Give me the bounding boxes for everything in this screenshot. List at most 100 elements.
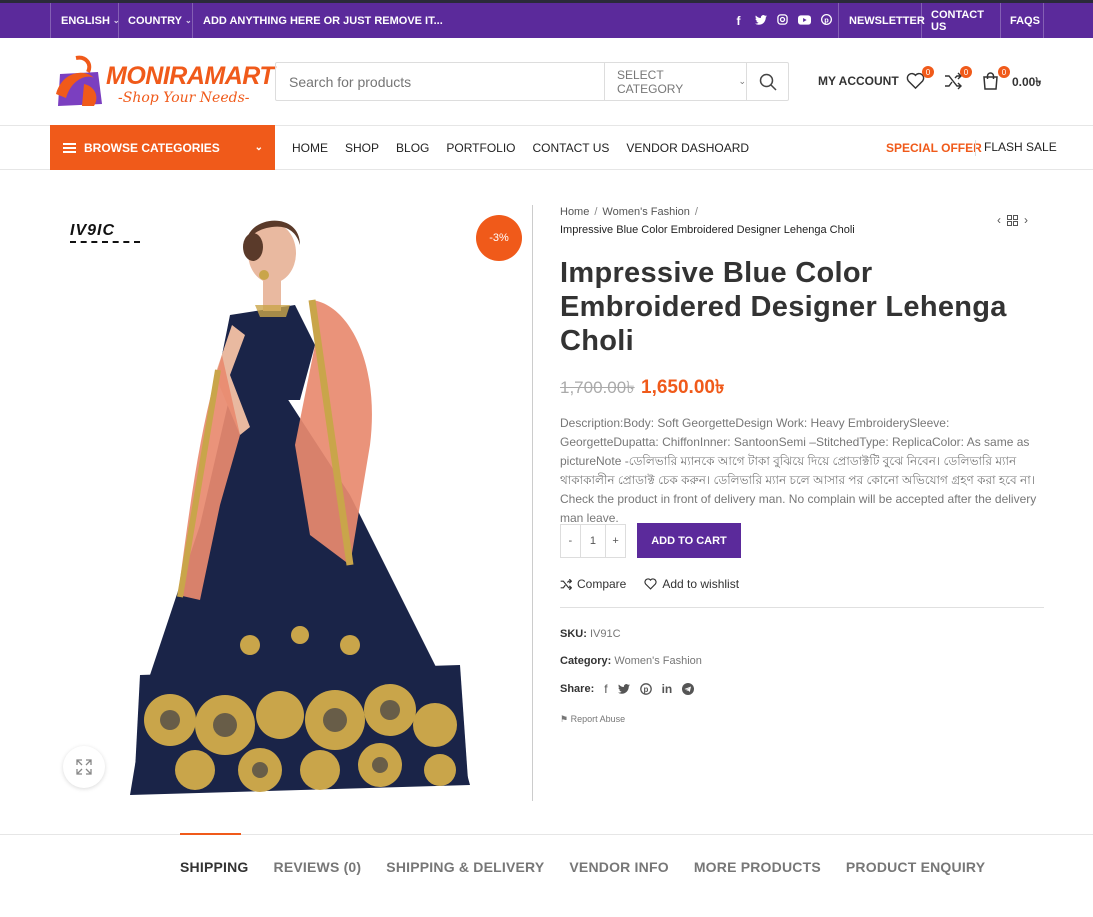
- chevron-down-icon: ⌄: [254, 142, 263, 153]
- sku-row: SKU: IV91C: [560, 628, 621, 640]
- language-select[interactable]: ENGLISH ⌄: [50, 3, 120, 38]
- category-link[interactable]: Women's Fashion: [614, 655, 702, 667]
- twitter-icon[interactable]: [754, 14, 767, 28]
- shopping-bag-icon: [983, 72, 998, 90]
- quantity-stepper: - 1 +: [560, 524, 626, 558]
- tab-vendor-info[interactable]: VENDOR INFO: [569, 859, 668, 875]
- instagram-icon[interactable]: [776, 13, 789, 28]
- pinterest-icon[interactable]: p: [639, 683, 652, 695]
- telegram-icon[interactable]: [682, 683, 695, 695]
- faqs-link[interactable]: FAQS: [1000, 3, 1044, 38]
- flag-icon: ⚑: [560, 714, 569, 724]
- category-select[interactable]: SELECT CATEGORY ⌄: [604, 63, 746, 100]
- shuffle-icon: [560, 578, 572, 590]
- discount-badge: -3%: [476, 215, 522, 261]
- newsletter-link[interactable]: NEWSLETTER: [838, 3, 925, 38]
- compare-button[interactable]: 0: [944, 66, 972, 92]
- divider: [560, 607, 1044, 608]
- tab-shipping-delivery[interactable]: SHIPPING & DELIVERY: [386, 859, 544, 875]
- add-to-wishlist-link[interactable]: Add to wishlist: [644, 577, 739, 591]
- nav-item-portfolio[interactable]: PORTFOLIO: [446, 141, 515, 155]
- compare-count-badge: 0: [960, 66, 972, 78]
- wishlist-count-badge: 0: [922, 66, 934, 78]
- category-label: Category:: [560, 655, 612, 667]
- tab-reviews[interactable]: REVIEWS (0): [274, 859, 362, 875]
- logo-tagline: -Shop Your Needs-: [118, 90, 250, 106]
- nav-item-shop[interactable]: SHOP: [345, 141, 379, 155]
- contact-us-link[interactable]: CONTACT US: [921, 3, 1001, 38]
- grid-icon[interactable]: [1007, 214, 1018, 226]
- product-tabs: SHIPPING REVIEWS (0) SHIPPING & DELIVERY…: [180, 833, 985, 875]
- pinterest-icon[interactable]: p: [820, 13, 833, 28]
- tab-product-enquiry[interactable]: PRODUCT ENQUIRY: [846, 859, 985, 875]
- report-abuse-link[interactable]: ⚑ Report Abuse: [560, 714, 625, 725]
- sku-value: IV91C: [589, 628, 621, 640]
- share-label: Share:: [560, 683, 595, 695]
- breadcrumb-category[interactable]: Women's Fashion: [602, 206, 690, 218]
- tab-more-products[interactable]: MORE PRODUCTS: [694, 859, 821, 875]
- logo-bag-icon: [56, 55, 102, 106]
- zoom-button[interactable]: [63, 746, 105, 788]
- quantity-increase-button[interactable]: +: [606, 525, 625, 557]
- breadcrumb-current: Impressive Blue Color Embroidered Design…: [560, 224, 855, 236]
- category-select-label: SELECT CATEGORY: [617, 67, 684, 96]
- compare-label: Compare: [577, 577, 627, 591]
- site-logo[interactable]: MONIRAMART -Shop Your Needs-: [54, 54, 275, 109]
- add-to-cart-button[interactable]: ADD TO CART: [637, 523, 741, 558]
- promo-text: ADD ANYTHING HERE OR JUST REMOVE IT...: [192, 3, 443, 38]
- flash-sale-link[interactable]: FLASH SALE: [975, 140, 1057, 156]
- menu-icon: [63, 141, 76, 155]
- product-title: Impressive Blue Color Embroidered Design…: [560, 257, 1007, 357]
- sku-label: SKU:: [560, 628, 587, 640]
- country-select[interactable]: COUNTRY ⌄: [118, 3, 192, 38]
- product-tabs-bar: SHIPPING REVIEWS (0) SHIPPING & DELIVERY…: [0, 833, 1093, 917]
- youtube-icon[interactable]: [798, 14, 811, 28]
- svg-text:p: p: [643, 685, 648, 694]
- logo-name: MONIRAMART: [106, 62, 275, 90]
- product-navigation: ‹ ›: [997, 213, 1028, 227]
- facebook-icon[interactable]: f: [604, 682, 607, 696]
- main-menu: HOME SHOP BLOG PORTFOLIO CONTACT US VEND…: [292, 126, 749, 170]
- shuffle-icon: [945, 72, 962, 90]
- breadcrumb-home[interactable]: Home: [560, 206, 589, 218]
- product-gallery[interactable]: [50, 205, 532, 801]
- special-offer-link[interactable]: SPECIAL OFFER: [886, 141, 982, 155]
- previous-product-icon[interactable]: ‹: [997, 213, 1001, 227]
- chevron-down-icon: ⌄: [738, 76, 746, 86]
- quantity-decrease-button[interactable]: -: [561, 525, 580, 557]
- regular-price: 1,700.00৳: [560, 378, 635, 397]
- brand-underline: [70, 241, 140, 243]
- cart-total[interactable]: 0.00৳: [1012, 74, 1041, 94]
- next-product-icon[interactable]: ›: [1024, 213, 1028, 227]
- brand-watermark: IV9IC: [70, 222, 116, 239]
- nav-item-vendor-dashboard[interactable]: VENDOR DASHOARD: [626, 141, 749, 155]
- share-row: Share: f p in: [560, 682, 695, 696]
- search-icon: [759, 73, 777, 91]
- column-divider: [532, 205, 533, 801]
- facebook-icon[interactable]: f: [732, 14, 745, 28]
- main-nav-bar: BROWSE CATEGORIES ⌄ HOME SHOP BLOG PORTF…: [0, 125, 1093, 170]
- quantity-input[interactable]: 1: [579, 525, 607, 557]
- search-bar: SELECT CATEGORY ⌄: [275, 62, 789, 101]
- chevron-down-icon: ⌄: [184, 16, 192, 25]
- search-button[interactable]: [746, 63, 789, 100]
- product-image: [130, 220, 470, 795]
- linkedin-icon[interactable]: in: [662, 682, 673, 696]
- cart-count-badge: 0: [998, 66, 1010, 78]
- browse-categories-button[interactable]: BROWSE CATEGORIES ⌄: [50, 125, 275, 170]
- wishlist-label: Add to wishlist: [662, 577, 740, 591]
- nav-item-blog[interactable]: BLOG: [396, 141, 429, 155]
- compare-link[interactable]: Compare: [560, 577, 626, 591]
- nav-item-home[interactable]: HOME: [292, 141, 328, 155]
- breadcrumb-separator: /: [594, 206, 598, 218]
- nav-item-contact-us[interactable]: CONTACT US: [533, 141, 610, 155]
- tab-shipping[interactable]: SHIPPING: [180, 833, 249, 875]
- cart-button[interactable]: 0: [982, 66, 1010, 92]
- twitter-icon[interactable]: [617, 684, 630, 694]
- search-input[interactable]: [276, 63, 604, 100]
- wishlist-button[interactable]: 0: [906, 66, 934, 92]
- product-actions: Compare Add to wishlist: [560, 577, 739, 591]
- product-description: Description:Body: Soft GeorgetteDesign W…: [560, 416, 1037, 525]
- my-account-link[interactable]: MY ACCOUNT: [818, 74, 899, 88]
- top-bar: ENGLISH ⌄ COUNTRY ⌄ ADD ANYTHING HERE OR J…: [0, 0, 1093, 38]
